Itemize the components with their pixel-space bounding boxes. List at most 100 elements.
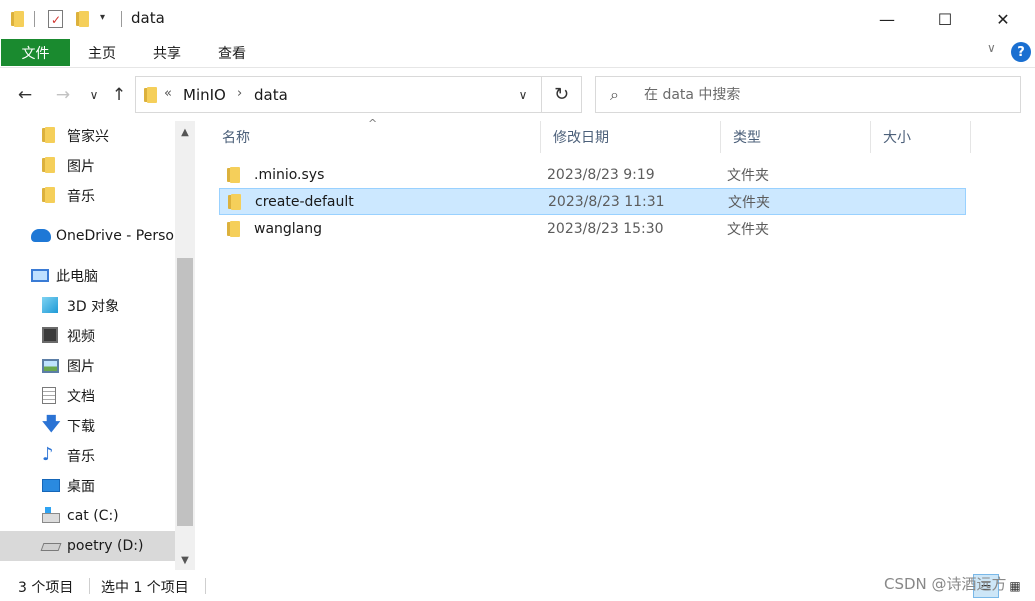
breadcrumb-overflow[interactable]: « bbox=[164, 86, 172, 101]
status-bar: 3 个项目 选中 1 个项目 bbox=[0, 571, 1035, 601]
search-icon: ⌕ bbox=[610, 85, 619, 104]
nav-item-music-pinned[interactable]: 音乐 bbox=[0, 181, 175, 211]
tab-home[interactable]: 主页 bbox=[88, 39, 116, 66]
documents-icon bbox=[42, 387, 60, 405]
scrollbar-thumb[interactable] bbox=[177, 258, 193, 526]
modified-date: 2023/8/23 11:31 bbox=[548, 193, 665, 210]
modified-date: 2023/8/23 9:19 bbox=[547, 166, 655, 183]
help-icon[interactable]: ? bbox=[1011, 42, 1031, 62]
address-bar[interactable]: « MinIO › data bbox=[135, 76, 542, 113]
file-type: 文件夹 bbox=[727, 167, 769, 184]
properties-icon[interactable]: ✓ bbox=[48, 10, 63, 28]
file-name: wanglang bbox=[254, 220, 323, 237]
address-folder-icon bbox=[144, 87, 158, 103]
desktop-icon bbox=[42, 477, 60, 495]
breadcrumb-separator[interactable]: › bbox=[237, 86, 242, 101]
scroll-down-icon[interactable]: ▼ bbox=[175, 551, 195, 569]
breadcrumb-data[interactable]: data bbox=[254, 86, 288, 104]
folder-icon bbox=[228, 193, 242, 210]
title-separator bbox=[34, 11, 35, 27]
videos-icon bbox=[42, 327, 60, 345]
back-button[interactable]: ← bbox=[12, 80, 38, 110]
table-row[interactable]: create-default 2023/8/23 11:31 文件夹 bbox=[219, 188, 966, 215]
file-type: 文件夹 bbox=[728, 194, 770, 211]
status-divider bbox=[89, 578, 90, 594]
nav-item-label: 管家兴 bbox=[67, 129, 109, 145]
nav-item-label: 下载 bbox=[67, 419, 95, 435]
status-divider bbox=[205, 578, 206, 594]
file-name-cell: create-default bbox=[228, 193, 354, 210]
nav-item-label: 3D 对象 bbox=[67, 299, 120, 315]
nav-item-drive-d[interactable]: poetry (D:) bbox=[0, 531, 175, 561]
nav-item-guanjiaxing[interactable]: 管家兴 bbox=[0, 121, 175, 151]
ribbon-tabs: 文件 主页 共享 查看 bbox=[0, 38, 1035, 68]
close-button[interactable]: ✕ bbox=[980, 0, 1026, 38]
app-folder-icon bbox=[11, 9, 25, 29]
folder-icon bbox=[227, 220, 241, 237]
nav-item-label: poetry (D:) bbox=[67, 538, 144, 554]
navigation-pane: 管家兴 图片 音乐 OneDrive - Perso 此电脑 3D 对象 视频 … bbox=[0, 121, 195, 570]
column-header-size[interactable]: 大小 bbox=[871, 121, 971, 153]
nav-item-label: cat (C:) bbox=[67, 508, 119, 524]
file-name-cell: .minio.sys bbox=[227, 166, 325, 183]
search-box[interactable]: ⌕ bbox=[595, 76, 1021, 113]
maximize-button[interactable]: ☐ bbox=[922, 0, 968, 38]
nav-item-videos[interactable]: 视频 bbox=[0, 321, 175, 351]
window-title: data bbox=[131, 9, 165, 27]
new-folder-icon[interactable] bbox=[76, 9, 90, 29]
nav-item-3d-objects[interactable]: 3D 对象 bbox=[0, 291, 175, 321]
nav-item-label: 图片 bbox=[67, 159, 95, 175]
nav-item-downloads[interactable]: 🡇 下载 bbox=[0, 411, 175, 441]
nav-item-drive-c[interactable]: cat (C:) bbox=[0, 501, 175, 531]
table-row[interactable]: .minio.sys 2023/8/23 9:19 文件夹 bbox=[219, 161, 966, 188]
modified-date: 2023/8/23 15:30 bbox=[547, 220, 664, 237]
nav-item-label: 图片 bbox=[67, 359, 95, 375]
item-count: 3 个项目 bbox=[18, 580, 74, 596]
file-name: .minio.sys bbox=[254, 166, 325, 183]
folder-icon bbox=[42, 127, 60, 145]
expand-ribbon-chevron-icon[interactable]: ∨ bbox=[987, 41, 996, 55]
tab-share[interactable]: 共享 bbox=[153, 39, 181, 66]
nav-item-label: 桌面 bbox=[67, 479, 95, 495]
file-type: 文件夹 bbox=[727, 221, 769, 238]
tab-view[interactable]: 查看 bbox=[218, 39, 246, 66]
refresh-button[interactable]: ↻ bbox=[542, 76, 582, 113]
breadcrumb-minio[interactable]: MinIO bbox=[183, 86, 226, 104]
sort-caret-icon: ^ bbox=[368, 117, 378, 130]
file-name-cell: wanglang bbox=[227, 220, 323, 237]
column-header-type[interactable]: 类型 bbox=[721, 121, 871, 153]
nav-item-documents[interactable]: 文档 bbox=[0, 381, 175, 411]
folder-icon bbox=[42, 187, 60, 205]
file-list: 名称 修改日期 类型 大小 .minio.sys 2023/8/23 9:19 … bbox=[205, 121, 1035, 570]
nav-item-music[interactable]: ♪ 音乐 bbox=[0, 441, 175, 471]
watermark: CSDN @诗酒远方 bbox=[884, 575, 1007, 593]
up-button[interactable]: ↑ bbox=[107, 80, 131, 110]
scroll-up-icon[interactable]: ▲ bbox=[175, 123, 195, 141]
onedrive-icon bbox=[31, 227, 51, 245]
address-dropdown-icon[interactable]: ∨ bbox=[508, 84, 538, 106]
customize-quick-access-icon[interactable]: ▾ bbox=[100, 12, 105, 23]
recent-locations-button[interactable]: ∨ bbox=[84, 80, 104, 110]
title-bar: ✓ ▾ data — ☐ ✕ bbox=[0, 0, 1035, 38]
file-name: create-default bbox=[255, 193, 354, 210]
nav-item-onedrive[interactable]: OneDrive - Perso bbox=[0, 221, 175, 251]
search-input[interactable] bbox=[644, 85, 1004, 105]
this-pc-icon bbox=[31, 267, 49, 285]
nav-item-label: 文档 bbox=[67, 389, 95, 405]
nav-scrollbar[interactable]: ▲ ▼ bbox=[175, 121, 195, 570]
title-separator bbox=[121, 11, 122, 27]
nav-item-label: 音乐 bbox=[67, 449, 95, 465]
pictures-icon bbox=[42, 357, 60, 375]
nav-item-label: 视频 bbox=[67, 329, 95, 345]
column-header-modified[interactable]: 修改日期 bbox=[541, 121, 721, 153]
nav-item-pictures-pinned[interactable]: 图片 bbox=[0, 151, 175, 181]
nav-item-pictures[interactable]: 图片 bbox=[0, 351, 175, 381]
minimize-button[interactable]: — bbox=[864, 0, 910, 38]
table-row[interactable]: wanglang 2023/8/23 15:30 文件夹 bbox=[219, 215, 966, 242]
forward-button[interactable]: → bbox=[50, 80, 76, 110]
folder-icon bbox=[42, 157, 60, 175]
music-icon: ♪ bbox=[42, 444, 54, 465]
nav-item-this-pc[interactable]: 此电脑 bbox=[0, 261, 175, 291]
tab-file[interactable]: 文件 bbox=[1, 39, 70, 66]
nav-item-desktop[interactable]: 桌面 bbox=[0, 471, 175, 501]
